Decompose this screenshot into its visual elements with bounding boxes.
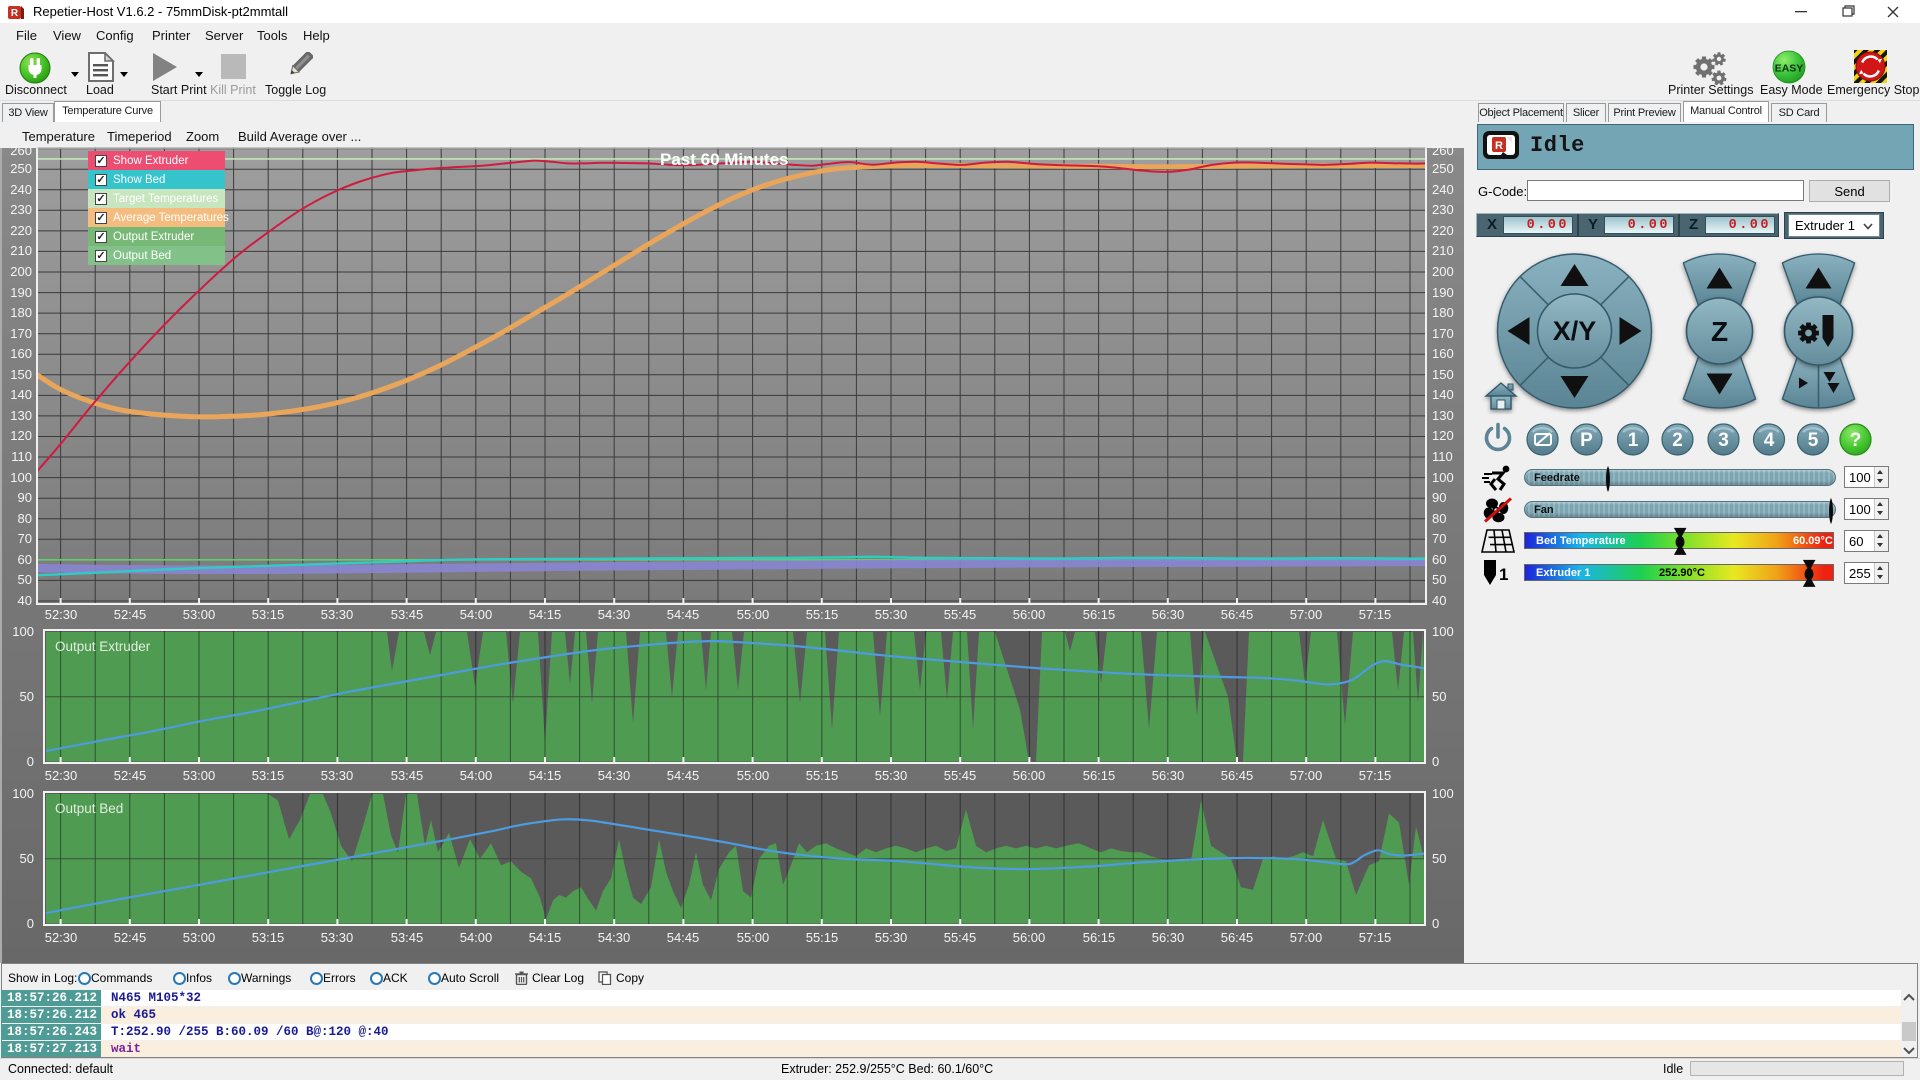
- svg-text:EASY: EASY: [1775, 63, 1804, 75]
- svg-text:Z: Z: [1711, 316, 1728, 347]
- svg-text:1: 1: [1499, 565, 1508, 584]
- svg-text:Output Bed: Output Bed: [55, 801, 123, 816]
- svg-text:5: 5: [1808, 430, 1819, 451]
- svg-text:R: R: [11, 8, 19, 19]
- svg-text:3: 3: [1718, 430, 1729, 451]
- svg-text:P: P: [1580, 430, 1593, 451]
- svg-text:R: R: [1495, 140, 1503, 152]
- svg-text:1: 1: [1628, 430, 1639, 451]
- svg-text:2: 2: [1672, 430, 1683, 451]
- svg-text:?: ?: [1850, 430, 1862, 451]
- svg-text:X/Y: X/Y: [1553, 316, 1597, 346]
- svg-text:4: 4: [1764, 430, 1775, 451]
- svg-text:Output Extruder: Output Extruder: [55, 639, 151, 654]
